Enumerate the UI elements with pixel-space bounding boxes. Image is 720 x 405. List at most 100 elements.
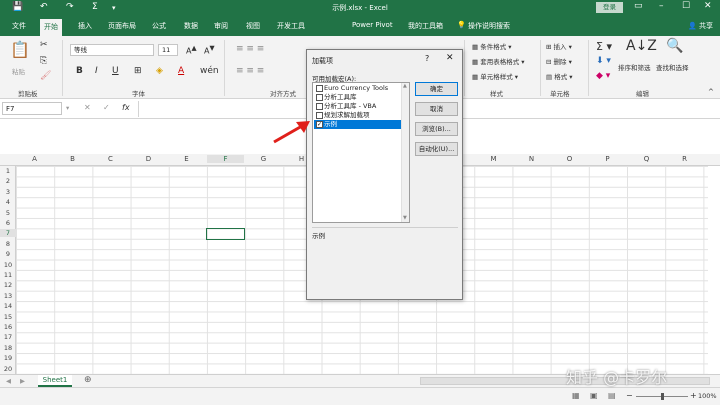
tell-me-search[interactable]: 操作说明搜索: [468, 21, 510, 31]
column-header[interactable]: N: [513, 155, 550, 163]
share-button[interactable]: 👤 共享: [688, 21, 713, 31]
column-header[interactable]: D: [130, 155, 167, 163]
row-header[interactable]: 16: [0, 323, 16, 331]
row-header[interactable]: 8: [0, 240, 16, 248]
row-header[interactable]: 6: [0, 219, 16, 227]
column-header[interactable]: C: [92, 155, 129, 163]
column-header[interactable]: M: [475, 155, 512, 163]
fill-icon[interactable]: ⬇ ▾: [596, 56, 611, 66]
tab-page-layout[interactable]: 页面布局: [108, 21, 136, 31]
tab-home[interactable]: 开始: [40, 19, 62, 36]
cancel-button[interactable]: 取消: [415, 102, 458, 116]
column-header[interactable]: G: [245, 155, 282, 163]
cut-icon[interactable]: ✂: [40, 40, 48, 50]
tab-power-pivot[interactable]: Power Pivot: [352, 21, 393, 29]
row-header[interactable]: 1: [0, 167, 16, 175]
row-header[interactable]: 19: [0, 354, 16, 362]
ribbon-display-icon[interactable]: ▭: [634, 1, 643, 11]
zoom-level[interactable]: 100%: [698, 392, 717, 400]
tab-formulas[interactable]: 公式: [152, 21, 166, 31]
dialog-help-icon[interactable]: ?: [425, 54, 429, 63]
font-color-icon[interactable]: A: [178, 66, 184, 76]
maximize-icon[interactable]: ☐: [682, 1, 690, 11]
addin-item-analysis-toolpak[interactable]: 分析工具库: [314, 93, 402, 102]
addins-list[interactable]: Euro Currency Tools 分析工具库 分析工具库 - VBA 规划…: [312, 82, 410, 223]
sheet-next-icon[interactable]: ▶: [20, 377, 25, 385]
row-header[interactable]: 10: [0, 261, 16, 269]
find-select-icon[interactable]: 🔍: [666, 38, 683, 54]
row-header-selected[interactable]: 7: [0, 229, 16, 237]
cancel-entry-icon[interactable]: ✕: [84, 103, 91, 112]
tab-developer[interactable]: 开发工具: [277, 21, 305, 31]
phonetic-icon[interactable]: wén: [200, 66, 219, 76]
row-header[interactable]: 3: [0, 188, 16, 196]
tab-review[interactable]: 审阅: [214, 21, 228, 31]
tab-data[interactable]: 数据: [184, 21, 198, 31]
sheet-tab-sheet1[interactable]: Sheet1: [38, 375, 72, 387]
tab-file[interactable]: 文件: [12, 21, 26, 31]
row-header[interactable]: 17: [0, 333, 16, 341]
insert-cells-button[interactable]: ⊞ 插入 ▾: [546, 41, 572, 51]
addin-checkbox[interactable]: [316, 85, 323, 92]
column-header-selected[interactable]: F: [207, 155, 244, 163]
row-header[interactable]: 14: [0, 302, 16, 310]
ok-button[interactable]: 确定: [415, 82, 458, 96]
column-header[interactable]: O: [551, 155, 588, 163]
addins-list-scrollbar[interactable]: ▲ ▼: [401, 83, 409, 222]
paste-icon[interactable]: 📋: [10, 40, 30, 59]
format-as-table-button[interactable]: ▦ 套用表格格式 ▾: [472, 56, 525, 66]
confirm-entry-icon[interactable]: ✓: [103, 103, 110, 112]
addin-checkbox-checked[interactable]: ✓: [316, 121, 323, 128]
delete-cells-button[interactable]: ⊟ 删除 ▾: [546, 56, 572, 66]
find-select-label[interactable]: 查找和选择: [656, 62, 689, 72]
column-header[interactable]: Q: [628, 155, 665, 163]
addin-checkbox[interactable]: [316, 103, 323, 110]
selected-cell-f7[interactable]: [206, 228, 245, 240]
font-name-select[interactable]: 等线: [70, 44, 154, 56]
decrease-font-icon[interactable]: A▼: [204, 44, 215, 56]
bold-button[interactable]: B: [76, 66, 83, 76]
zoom-slider-thumb[interactable]: [661, 393, 664, 400]
copy-icon[interactable]: ⎘: [40, 56, 47, 66]
addin-item-euro-currency[interactable]: Euro Currency Tools: [314, 84, 402, 93]
addin-checkbox[interactable]: [316, 94, 323, 101]
addin-checkbox[interactable]: [316, 112, 323, 119]
scroll-up-icon[interactable]: ▲: [403, 83, 407, 89]
scroll-down-icon[interactable]: ▼: [403, 215, 407, 221]
zoom-in-icon[interactable]: +: [690, 391, 697, 400]
column-header[interactable]: P: [589, 155, 626, 163]
increase-font-icon[interactable]: A▲: [186, 44, 197, 56]
collapse-ribbon-icon[interactable]: ^: [708, 88, 714, 96]
border-icon[interactable]: ⊞: [134, 66, 142, 76]
addin-item-example[interactable]: ✓ 示例: [314, 120, 402, 129]
align-icon[interactable]: ≡ ≡ ≡: [236, 44, 264, 54]
name-box[interactable]: F7: [2, 102, 62, 115]
column-header[interactable]: A: [16, 155, 53, 163]
sort-filter-icon[interactable]: A↓Z: [626, 38, 657, 54]
normal-view-icon[interactable]: ▦: [572, 391, 580, 400]
indent-icon[interactable]: ≡ ≡ ≡: [236, 66, 264, 76]
fill-color-icon[interactable]: ◈: [156, 66, 163, 76]
conditional-format-button[interactable]: ▦ 条件格式 ▾: [472, 41, 512, 51]
row-header[interactable]: 2: [0, 177, 16, 185]
row-header[interactable]: 11: [0, 271, 16, 279]
addin-item-analysis-toolpak-vba[interactable]: 分析工具库 - VBA: [314, 102, 402, 111]
format-cells-button[interactable]: ▤ 格式 ▾: [546, 71, 573, 81]
row-header[interactable]: 15: [0, 313, 16, 321]
row-header[interactable]: 9: [0, 250, 16, 258]
insert-function-button[interactable]: fx: [122, 103, 130, 112]
minimize-icon[interactable]: –: [659, 1, 664, 11]
column-header[interactable]: B: [54, 155, 91, 163]
clear-icon[interactable]: ◆ ▾: [596, 71, 610, 81]
tab-my-toolbox[interactable]: 我的工具箱: [408, 21, 443, 31]
row-header[interactable]: 18: [0, 344, 16, 352]
browse-button[interactable]: 浏览(B)...: [415, 122, 458, 136]
format-painter-icon[interactable]: 🖌: [40, 71, 51, 81]
tab-view[interactable]: 视图: [246, 21, 260, 31]
dialog-close-icon[interactable]: ✕: [446, 53, 454, 63]
add-sheet-icon[interactable]: ⊕: [84, 375, 92, 385]
sheet-prev-icon[interactable]: ◀: [6, 377, 11, 385]
row-header[interactable]: 12: [0, 281, 16, 289]
tab-insert[interactable]: 插入: [78, 21, 92, 31]
font-size-select[interactable]: 11: [158, 44, 178, 56]
